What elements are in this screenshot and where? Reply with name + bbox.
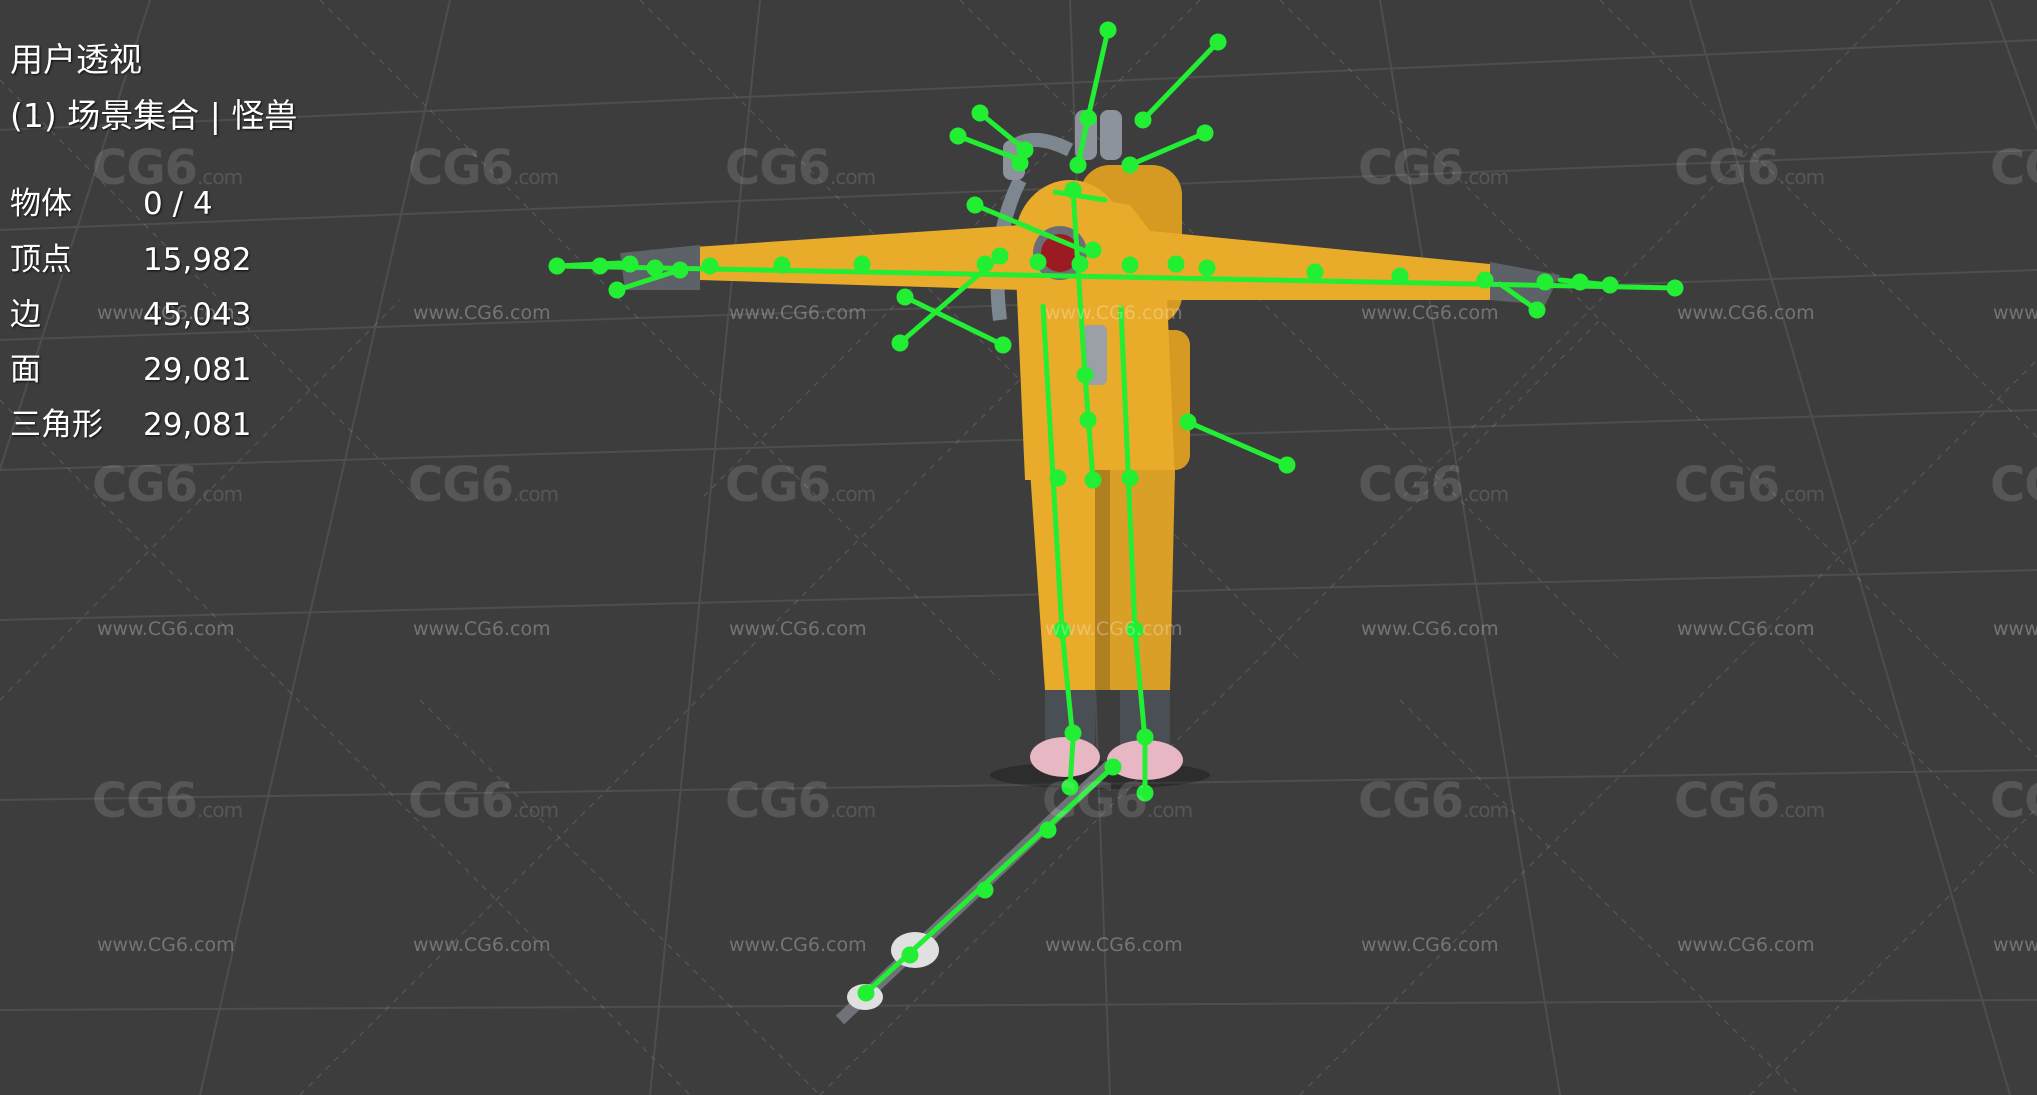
watermark-logo: CG6.com [1674, 457, 1825, 513]
watermark-logo: CG6.com [1674, 773, 1825, 829]
watermark-url: www.CG6.com [729, 618, 867, 640]
viewport-collection-line: (1) 场景集合 | 怪兽 [10, 96, 298, 135]
watermark-logo: CG6.com [1674, 140, 1825, 196]
watermark-url: www.CG6.com [1361, 934, 1499, 956]
watermark-logo: CG6.com [725, 140, 876, 196]
watermark-logo: CG6.com [725, 457, 876, 513]
watermark-url: www.CG6.com [1677, 934, 1815, 956]
watermark-logo: CG6.com [92, 457, 243, 513]
watermark-url: www.CG6.com [1677, 618, 1815, 640]
stat-label: 面 [10, 352, 41, 388]
3d-viewport[interactable]: CG6.com CG6.com CG6.com CG6.com CG6.com … [0, 0, 2037, 1095]
watermark-logo: CG6.com [408, 140, 559, 196]
watermark-url: www.CG6.com [413, 302, 551, 324]
left-arm [650, 225, 1020, 290]
watermark-url: www.CG6.com [1045, 618, 1183, 640]
right-arm [1140, 230, 1500, 300]
watermark-url: www.CG6.com [1361, 302, 1499, 324]
watermark-url: www.CG6.com [413, 618, 551, 640]
watermark-url: www.CG6.com [1045, 934, 1183, 956]
watermark-logo: CG6 [1990, 773, 2037, 829]
watermark-url: www.CG6.com [413, 934, 551, 956]
watermark-logo: CG6.com [1358, 140, 1509, 196]
watermark-logo: CG6.com [725, 773, 876, 829]
watermark-logo: CG6.com [1358, 457, 1509, 513]
watermark-url: www.CG6.com [1677, 302, 1815, 324]
stat-value: 29,081 [143, 352, 252, 388]
watermark-logo: CG6 [1990, 457, 2037, 513]
watermark-url: www.CG6.com [1361, 618, 1499, 640]
stat-value: 45,043 [143, 297, 252, 333]
watermark-url: www.CG6.com [97, 618, 235, 640]
stat-label: 顶点 [10, 242, 72, 278]
viewport-view-name: 用户透视 [10, 40, 142, 79]
stat-label: 三角形 [10, 407, 103, 443]
watermark-logo: CG6.com [1358, 773, 1509, 829]
left-boot [1030, 737, 1100, 777]
stat-value: 0 / 4 [143, 186, 213, 222]
stat-label: 边 [10, 297, 41, 333]
watermark-logo: CG6.com [408, 457, 559, 513]
watermark-logo: CG6.com [408, 773, 559, 829]
watermark-logo: CG6.com [1042, 773, 1193, 829]
watermark-url: www.CG6.com [1045, 302, 1183, 324]
stat-value: 15,982 [143, 242, 252, 278]
watermark-url: www.CG6.com [97, 934, 235, 956]
watermark-logo: CG6.com [92, 773, 243, 829]
stat-value: 29,081 [143, 407, 252, 443]
stat-label: 物体 [10, 186, 72, 222]
canister-2 [1100, 110, 1122, 160]
watermark-url: www.CG6.com [1993, 934, 2037, 956]
watermark-logo: CG6 [1990, 140, 2037, 196]
leg-shadow [1095, 470, 1110, 690]
watermark-url: www.CG6.com [1993, 618, 2037, 640]
watermark-url: www.CG6.com [1993, 302, 2037, 324]
watermark-url: www.CG6.com [729, 302, 867, 324]
watermark-url: www.CG6.com [729, 934, 867, 956]
